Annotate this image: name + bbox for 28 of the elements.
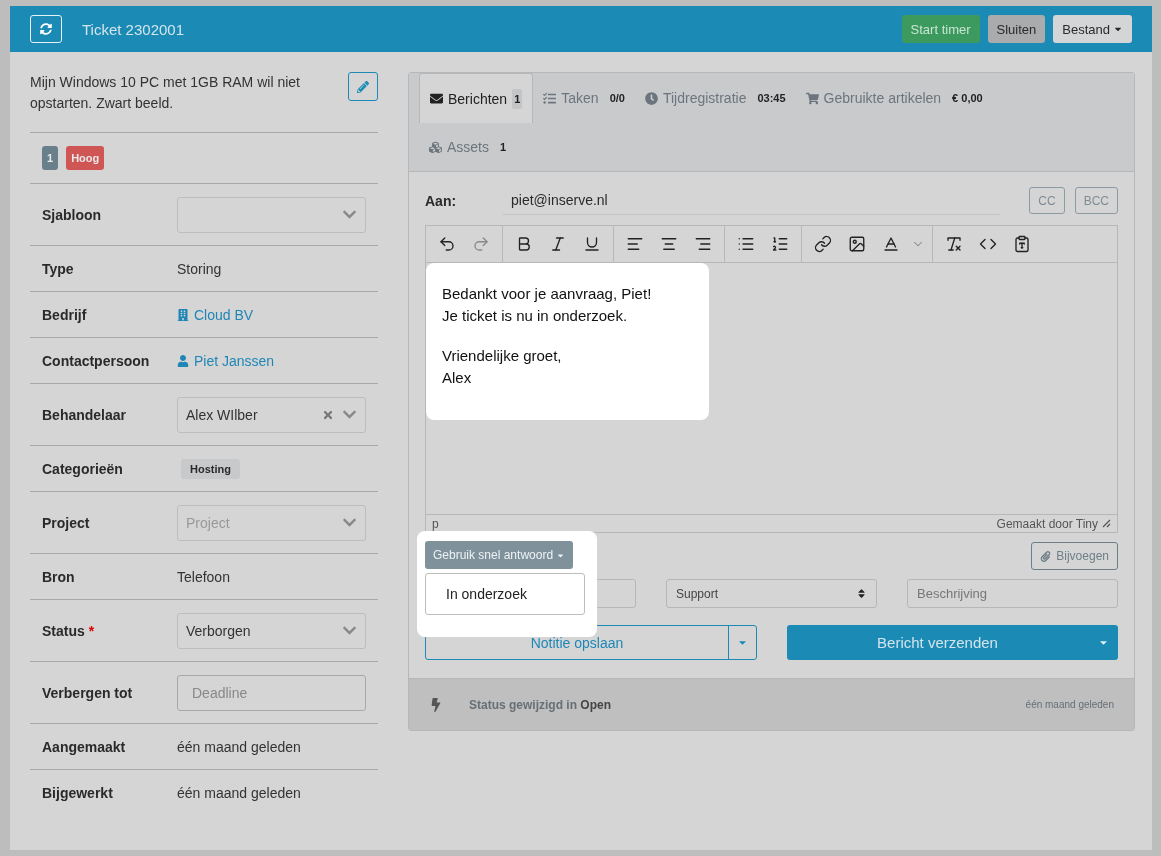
field-label: Contactpersoon (42, 352, 151, 369)
field-label: Aangemaakt (42, 738, 127, 755)
priority-badge: Hoog (66, 146, 105, 170)
activity-time: één maand geleden (1025, 699, 1114, 710)
field-label: Status * (42, 622, 96, 639)
element-path: p (432, 516, 439, 531)
field-value: één maand geleden (177, 785, 301, 801)
field-value: Storing (177, 260, 222, 277)
field-label: Project (42, 514, 91, 531)
field-label: Categorieën (42, 460, 124, 477)
activity-text: Status gewijzigd in Open (469, 697, 612, 712)
message-paragraph: Vriendelijke groet, Alex (442, 346, 563, 388)
field-label: Behandelaar (42, 406, 128, 423)
field-label: Sjabloon (42, 206, 103, 223)
field-label: Type (42, 260, 75, 277)
recipient-label: Aan: (425, 192, 458, 209)
field-label: Bijgewerkt (42, 785, 114, 801)
field-label: Verbergen tot (42, 684, 134, 701)
field-label: Bedrijf (42, 306, 88, 323)
message-paragraph: Bedankt voor je aanvraag, Piet! Je ticket is nu in onderzoek. (442, 284, 653, 326)
field-value: één maand geleden (177, 738, 301, 755)
field-value: Telefoon (177, 568, 230, 585)
editor-branding: Gemaakt door Tiny (996, 516, 1098, 531)
field-label: Bron (42, 568, 76, 585)
category-tag: Hosting (181, 458, 240, 479)
ticket-description: Mijn Windows 10 PC met 1GB RAM wil niet opstarten. Zwart beeld. (30, 73, 301, 113)
ticket-title: Ticket 2302001 (82, 20, 185, 38)
count-badge: 1 (42, 146, 59, 170)
